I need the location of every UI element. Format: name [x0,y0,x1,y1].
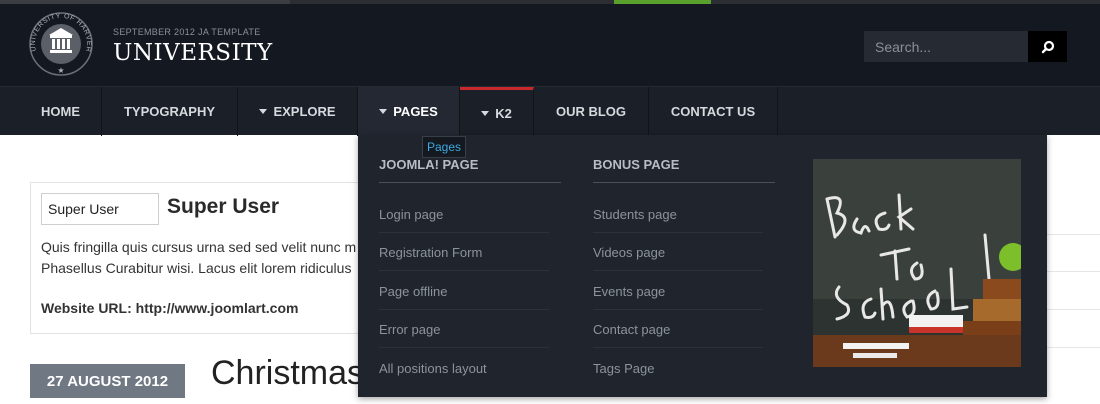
svg-text:★: ★ [57,66,64,75]
nav-item-explore[interactable]: EXPLORE [238,87,358,136]
search-input[interactable] [864,31,1028,62]
divider [1046,271,1100,272]
divider [1046,234,1100,235]
website-url-link[interactable]: http://www.joomlart.com [136,300,299,316]
divider [379,182,561,183]
site-name[interactable]: UNIVERSITY [113,40,273,66]
menu-item-tags-page[interactable]: Tags Page [593,349,763,387]
post-title[interactable]: Christmas [211,354,364,393]
post-date-badge: 27 AUGUST 2012 [30,364,185,398]
menu-column-heading: JOOMLA! PAGE [379,157,479,172]
author-name-heading[interactable]: Super User [167,195,279,219]
nav-item-label: EXPLORE [273,104,336,119]
caret-down-icon [259,109,268,114]
nav-tooltip: Pages [422,136,467,158]
nav-item-our-blog[interactable]: OUR BLOG [534,87,649,136]
search-button[interactable] [1028,31,1067,62]
nav-item-typography[interactable]: TYPOGRAPHY [102,87,238,136]
nav-item-label: OUR BLOG [555,104,627,119]
author-website: Website URL: http://www.joomlart.com [41,300,298,316]
menu-column-heading: BONUS PAGE [593,157,680,172]
author-description-line: Phasellus Curabitur wisi. Lacus elit lor… [41,260,352,276]
website-url-label: Website URL: [41,300,132,316]
author-description-line: Quis fringilla quis cursus urna sed sed … [41,239,357,255]
nav-item-contact-us[interactable]: CONTACT US [649,87,778,136]
search-icon [1041,40,1054,53]
nav-item-label: K2 [495,105,512,121]
nav-item-label: HOME [41,104,80,119]
nav-item-label: TYPOGRAPHY [123,104,215,119]
menu-item-registration-form[interactable]: Registration Form [379,233,549,271]
main-navigation: HOME TYPOGRAPHY EXPLORE PAGES K2 OUR BLO… [0,86,1100,136]
university-seal-logo[interactable]: UNIVERSITY OF HARVERDE ★ [28,11,94,77]
nav-item-home[interactable]: HOME [20,87,102,136]
author-description: Quis fringilla quis cursus urna sed sed … [41,237,386,279]
caret-down-icon [481,110,490,116]
back-to-school-image[interactable] [813,159,1021,367]
nav-item-pages[interactable]: PAGES [358,87,460,136]
divider [593,182,775,183]
menu-item-page-offline[interactable]: Page offline [379,272,549,310]
divider [1046,347,1100,348]
caret-down-icon [379,109,388,114]
menu-item-contact-page[interactable]: Contact page [593,310,763,348]
menu-item-all-positions-layout[interactable]: All positions layout [379,349,549,387]
site-header: UNIVERSITY OF HARVERDE ★ September 2012 … [0,4,1100,86]
divider [1046,309,1100,310]
author-name-field[interactable]: Super User [41,193,159,225]
site-tagline: September 2012 JA Template [113,27,261,37]
author-info-box: Super User Super User Quis fringilla qui… [30,182,390,334]
menu-item-videos-page[interactable]: Videos page [593,233,763,271]
nav-item-label: PAGES [393,104,438,119]
nav-item-label: CONTACT US [670,104,756,119]
menu-item-events-page[interactable]: Events page [593,272,763,310]
nav-item-k2[interactable]: K2 [460,87,534,136]
menu-item-error-page[interactable]: Error page [379,310,549,348]
pages-mega-menu: JOOMLA! PAGE Login page Registration For… [358,135,1047,397]
menu-item-login-page[interactable]: Login page [379,195,549,233]
menu-item-students-page[interactable]: Students page [593,195,763,233]
